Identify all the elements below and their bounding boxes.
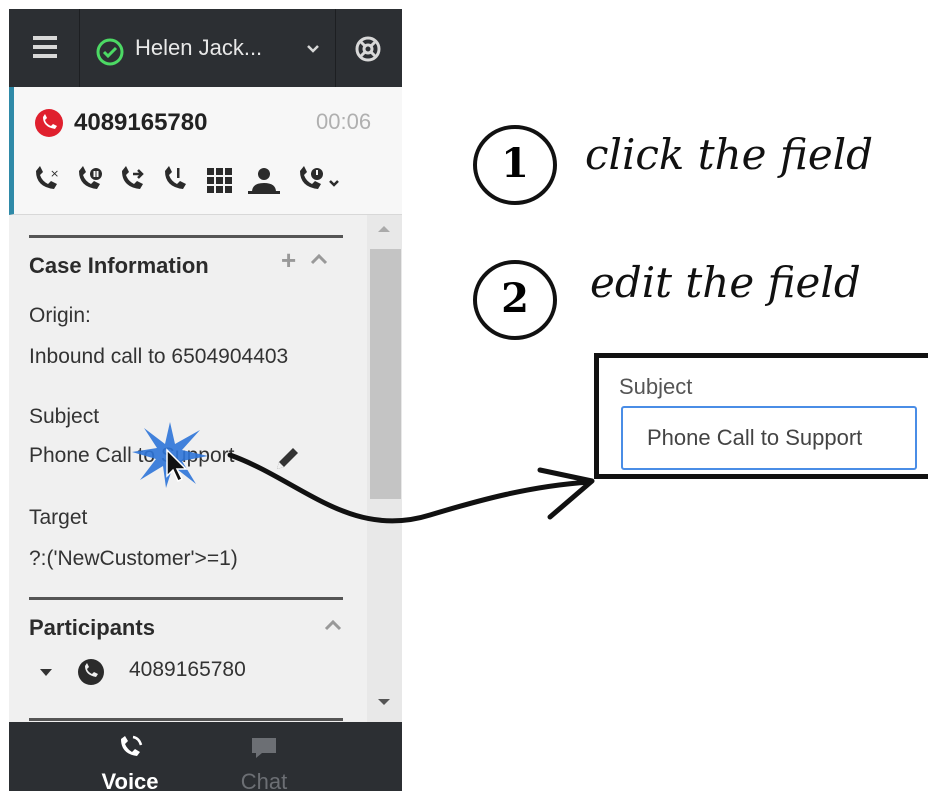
subject-field-label: Subject bbox=[619, 374, 693, 399]
step1-text: click the field bbox=[585, 130, 874, 179]
subject-input-value: Phone Call to Support bbox=[647, 425, 863, 450]
step1-badge: 1 bbox=[470, 120, 560, 210]
subject-input[interactable]: Phone Call to Support bbox=[621, 406, 917, 470]
step2-text: edit the field bbox=[590, 258, 861, 307]
subject-edit-callout: Subject Phone Call to Support bbox=[594, 353, 928, 479]
step1-number: 1 bbox=[501, 140, 529, 187]
step2-number: 2 bbox=[501, 275, 529, 322]
step2-badge: 2 bbox=[470, 255, 560, 345]
